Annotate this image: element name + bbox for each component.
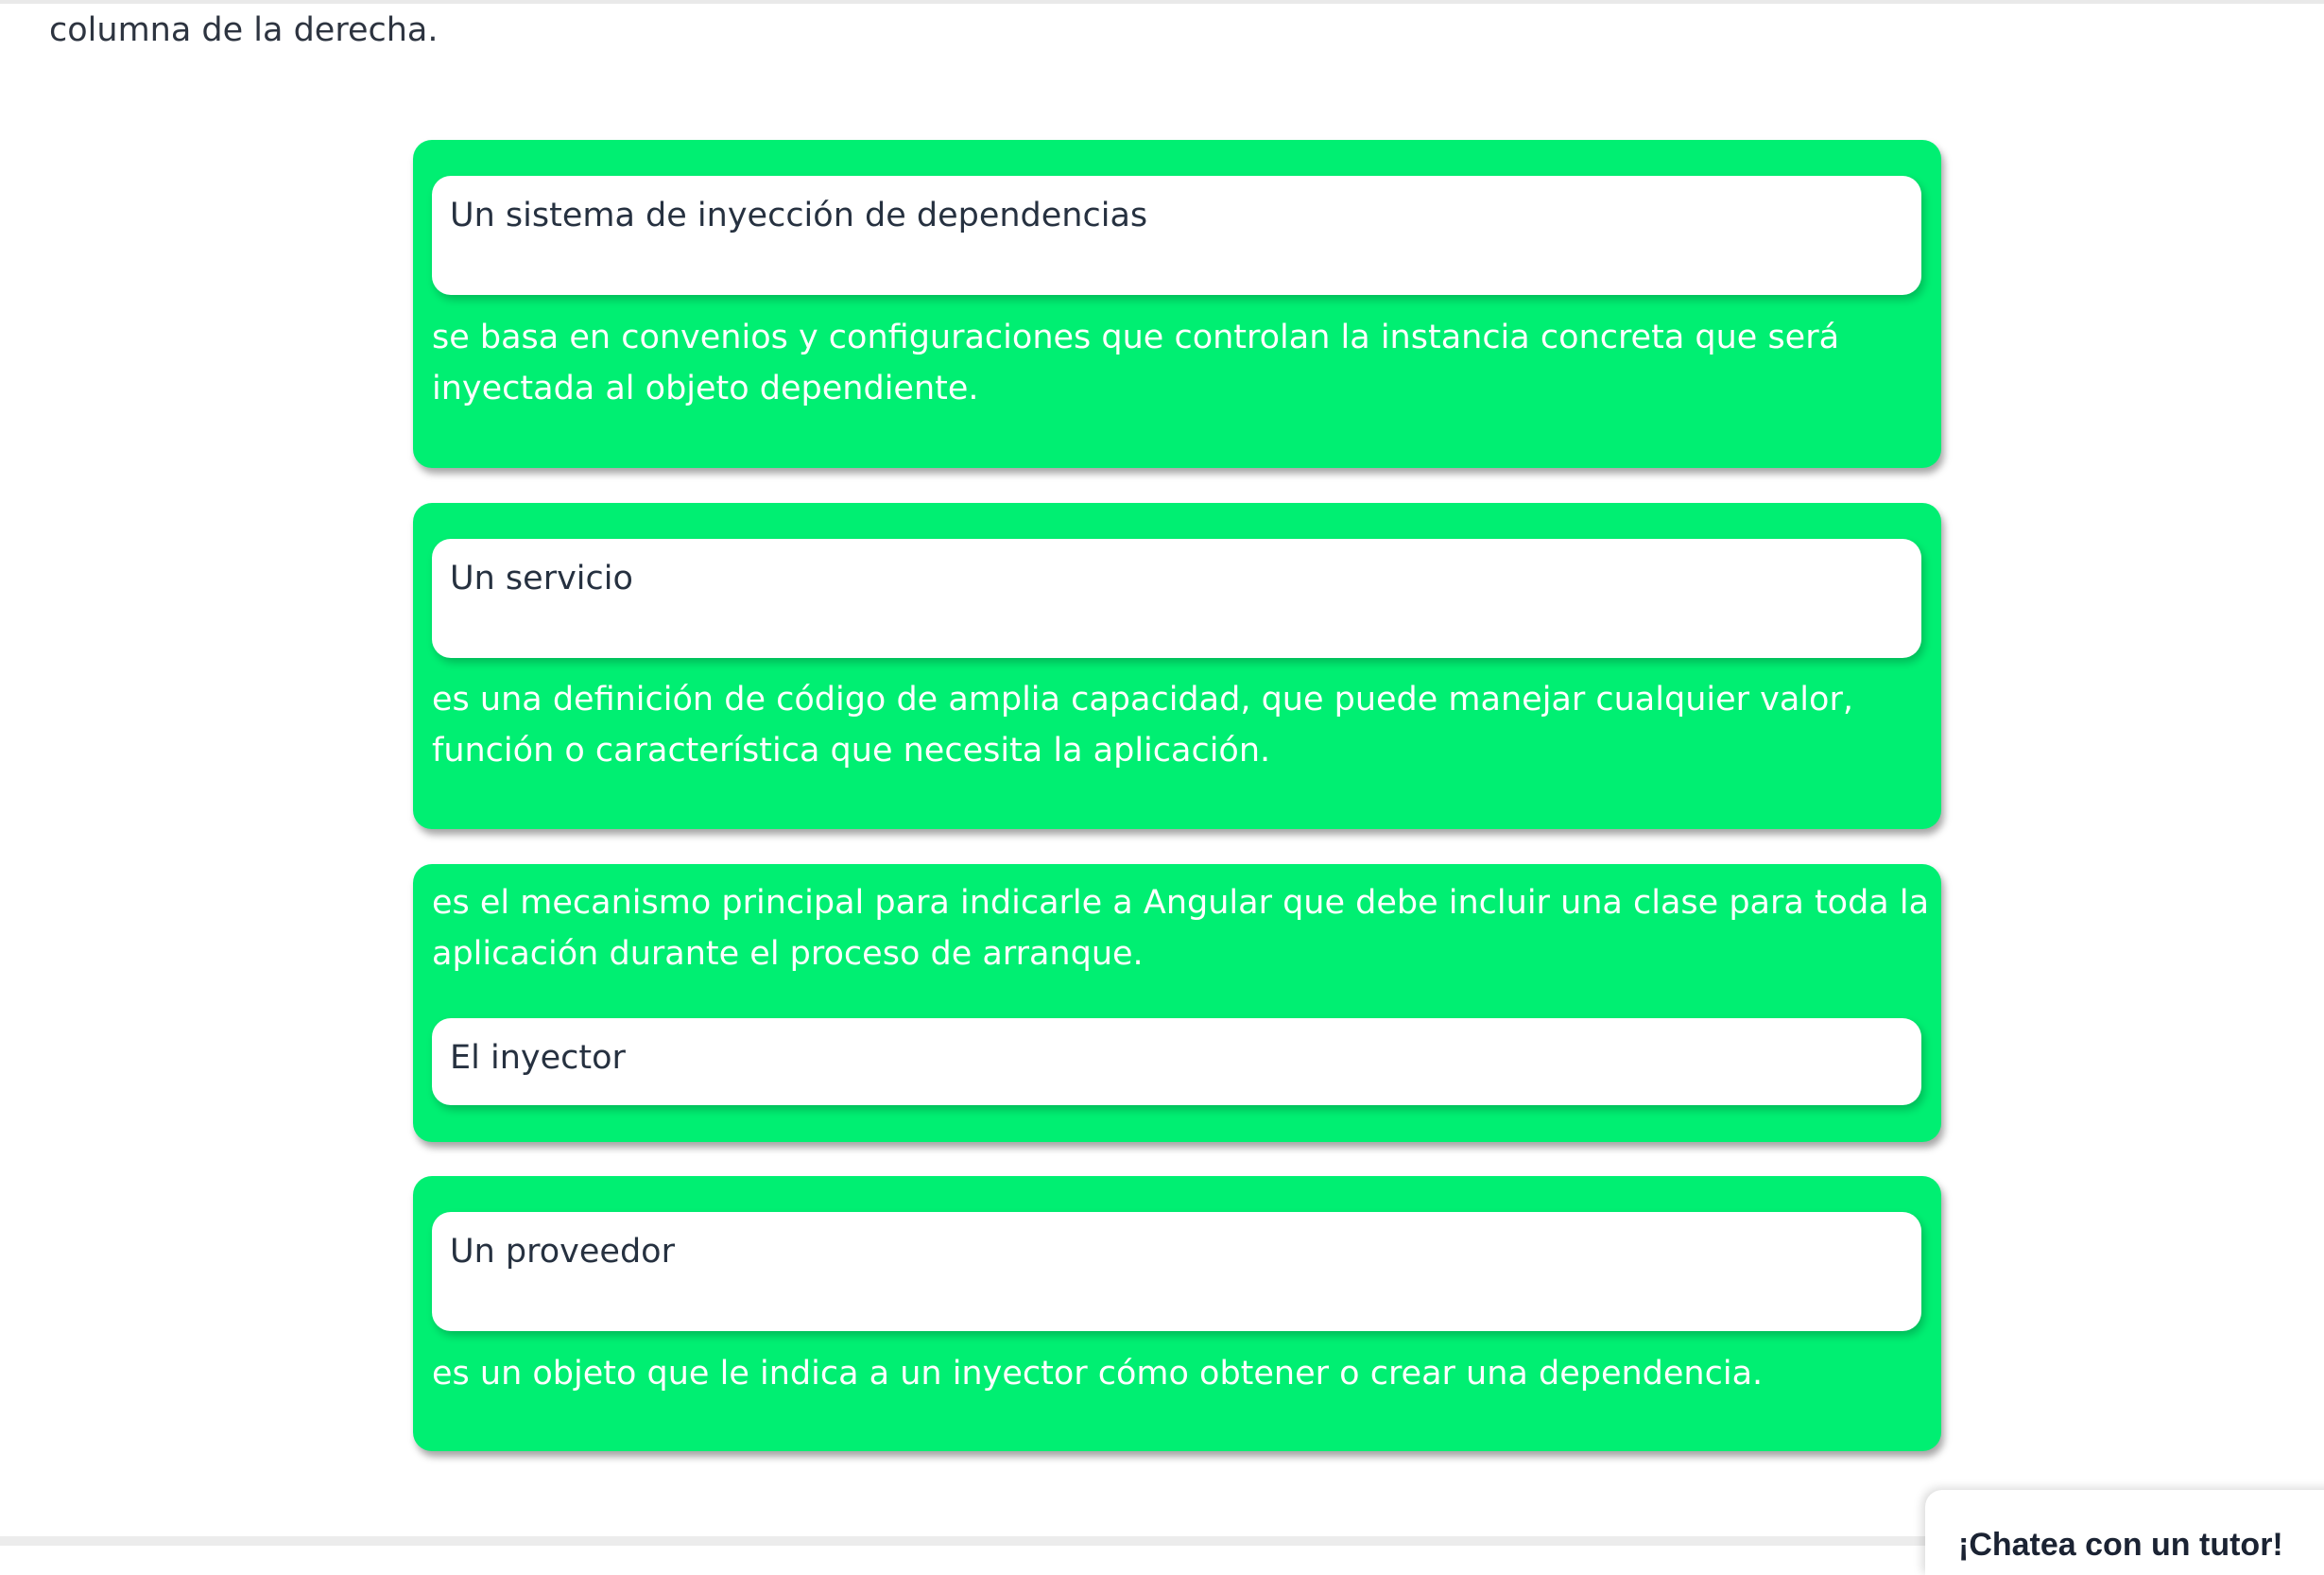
definition-text-3: es el mecanismo principal para indicarle… (432, 884, 1930, 973)
chat-with-tutor-button[interactable]: ¡Chatea con un tutor! (1925, 1490, 2324, 1575)
chat-with-tutor-label: ¡Chatea con un tutor! (1958, 1527, 2283, 1563)
top-edge-divider (0, 0, 2324, 4)
match-card-2: Un servicio es una definición de código … (413, 503, 1941, 829)
term-drop-box-4[interactable]: Un proveedor (432, 1212, 1921, 1331)
match-card-1: Un sistema de inyección de dependencias … (413, 140, 1941, 468)
match-card-3: es el mecanismo principal para indicarle… (413, 864, 1941, 1142)
definition-text-4: es un objeto que le indica a un inyector… (432, 1355, 1764, 1393)
term-drop-box-2[interactable]: Un servicio (432, 539, 1921, 658)
definition-text-1: se basa en convenios y configuraciones q… (432, 319, 1840, 407)
term-drop-box-1[interactable]: Un sistema de inyección de dependencias (432, 176, 1921, 295)
instruction-text: columna de la derecha. (49, 11, 439, 49)
match-card-4: Un proveedor es un objeto que le indica … (413, 1176, 1941, 1451)
definition-text-2: es una definición de código de amplia ca… (432, 681, 1853, 770)
term-drop-box-3[interactable]: El inyector (432, 1018, 1921, 1105)
